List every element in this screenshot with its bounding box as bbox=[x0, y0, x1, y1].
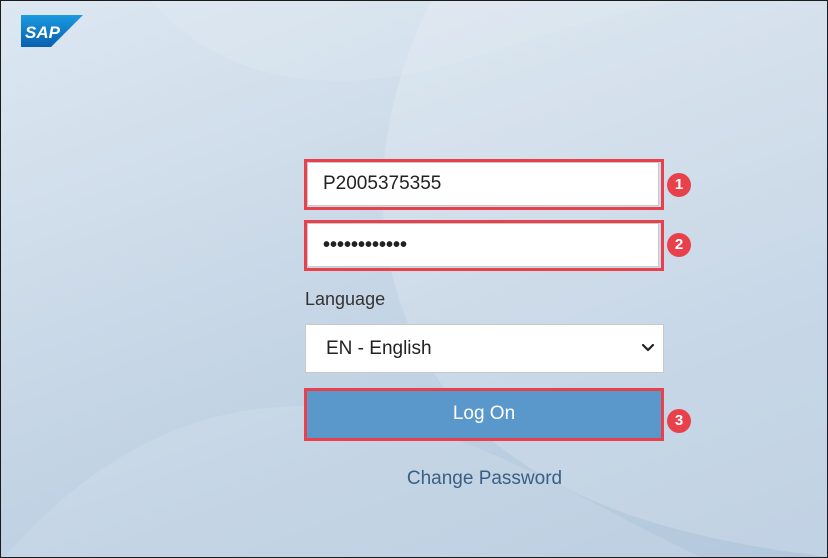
log-on-highlight bbox=[304, 388, 664, 441]
chevron-down-icon bbox=[641, 343, 655, 352]
change-password-link[interactable]: Change Password bbox=[305, 468, 664, 490]
login-screen: SAP P2005375355 1 •••••••••••• 2 Languag… bbox=[0, 0, 828, 558]
step-badge-1: 1 bbox=[667, 173, 691, 197]
language-selected-value: EN - English bbox=[326, 338, 432, 359]
username-highlight bbox=[304, 159, 664, 210]
step-badge-3: 3 bbox=[667, 409, 691, 433]
sap-logo-text: SAP bbox=[25, 23, 61, 42]
sap-logo: SAP bbox=[21, 15, 83, 47]
language-select[interactable]: EN - English bbox=[305, 324, 664, 373]
password-highlight bbox=[304, 220, 664, 271]
language-label: Language bbox=[305, 289, 386, 309]
step-badge-2: 2 bbox=[667, 233, 691, 257]
